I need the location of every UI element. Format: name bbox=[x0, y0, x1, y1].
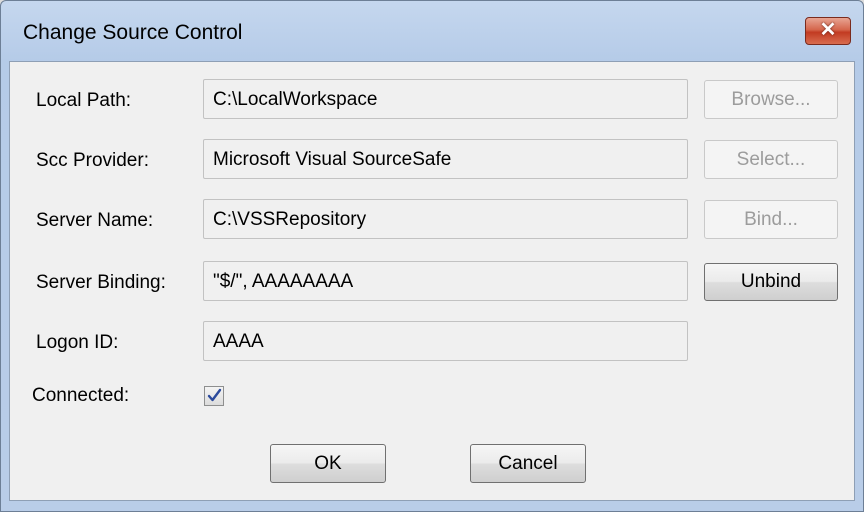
dialog-body: Local Path: C:\LocalWorkspace Browse... … bbox=[9, 61, 855, 501]
connected-checkbox[interactable] bbox=[204, 386, 224, 406]
title-bar[interactable]: Change Source Control ✕ bbox=[1, 1, 863, 61]
connected-label: Connected: bbox=[32, 385, 130, 406]
ok-button[interactable]: OK bbox=[270, 444, 386, 483]
close-button[interactable]: ✕ bbox=[805, 17, 851, 45]
server-name-field[interactable]: C:\VSSRepository bbox=[203, 199, 688, 239]
local-path-field[interactable]: C:\LocalWorkspace bbox=[203, 79, 688, 119]
server-binding-field[interactable]: "$/", AAAAAAAA bbox=[203, 261, 688, 301]
server-binding-label: Server Binding: bbox=[36, 272, 166, 293]
checkmark-icon bbox=[207, 388, 222, 402]
change-source-control-dialog: Change Source Control ✕ Local Path: C:\L… bbox=[0, 0, 864, 512]
select-button[interactable]: Select... bbox=[704, 140, 838, 179]
browse-button[interactable]: Browse... bbox=[704, 80, 838, 119]
cancel-button[interactable]: Cancel bbox=[470, 444, 586, 483]
logon-id-label: Logon ID: bbox=[36, 332, 119, 353]
dialog-title: Change Source Control bbox=[23, 21, 243, 44]
close-icon: ✕ bbox=[819, 19, 837, 41]
unbind-button[interactable]: Unbind bbox=[704, 263, 838, 301]
local-path-label: Local Path: bbox=[36, 90, 132, 111]
scc-provider-field[interactable]: Microsoft Visual SourceSafe bbox=[203, 139, 688, 179]
logon-id-field[interactable]: AAAA bbox=[203, 321, 688, 361]
scc-provider-label: Scc Provider: bbox=[36, 150, 149, 171]
bind-button[interactable]: Bind... bbox=[704, 200, 838, 239]
server-name-label: Server Name: bbox=[36, 210, 154, 231]
